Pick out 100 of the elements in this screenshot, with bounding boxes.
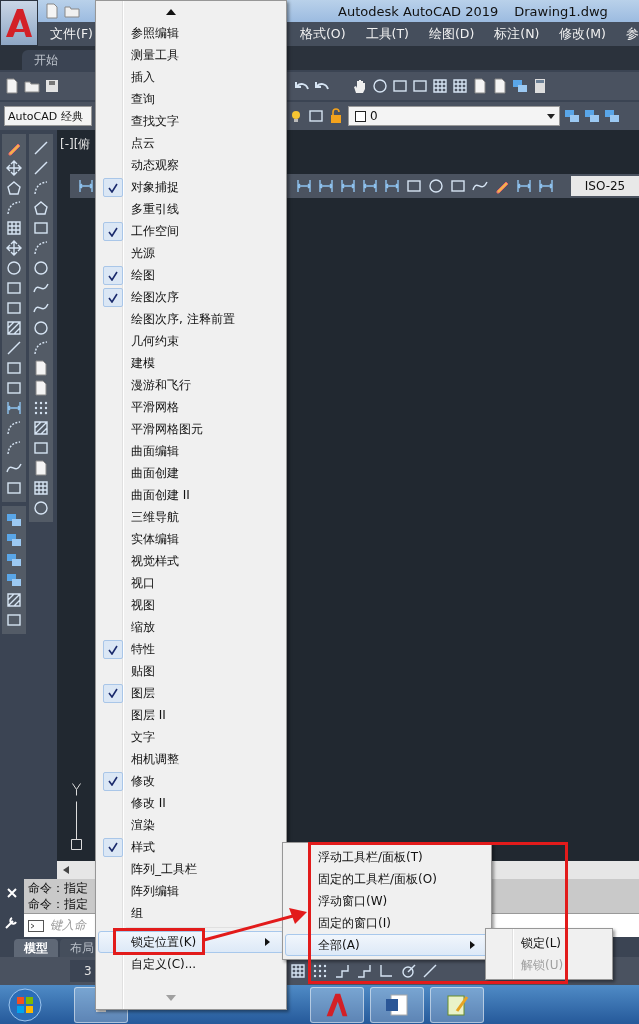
menu-item[interactable]: 标注(N): [494, 25, 540, 43]
menu-item[interactable]: 修改: [98, 770, 284, 793]
folder-icon[interactable]: [24, 78, 40, 94]
menu-item[interactable]: 视觉样式: [98, 550, 284, 573]
menu-item[interactable]: 阵列_工具栏: [98, 858, 284, 881]
dimension-icon[interactable]: [6, 400, 22, 416]
layers-icon[interactable]: [6, 552, 22, 568]
menu-item[interactable]: 绘图次序: [98, 286, 284, 309]
dots-icon[interactable]: [33, 400, 49, 416]
rectangle-icon[interactable]: [6, 300, 22, 316]
circle-icon[interactable]: [6, 260, 22, 276]
menu-item[interactable]: 动态观察: [98, 154, 284, 177]
menu-item[interactable]: 参照编辑: [98, 22, 284, 45]
checkbox[interactable]: [103, 288, 123, 308]
snap-icon[interactable]: [334, 963, 350, 979]
hatch-icon[interactable]: [33, 420, 49, 436]
checkbox[interactable]: [103, 684, 123, 703]
rectangle-icon[interactable]: [33, 220, 49, 236]
hand-icon[interactable]: [352, 78, 368, 94]
dimension-icon[interactable]: [340, 178, 356, 194]
menu-item[interactable]: 曲面编辑: [98, 440, 284, 463]
grid-icon[interactable]: [290, 963, 306, 979]
menu-item[interactable]: 样式: [98, 836, 284, 859]
checkbox[interactable]: [103, 837, 123, 857]
menu-item[interactable]: 曲面创建: [98, 462, 284, 485]
grid-icon[interactable]: [6, 220, 22, 236]
move-icon[interactable]: [6, 160, 22, 176]
circle-icon[interactable]: [33, 500, 49, 516]
menu-item[interactable]: 修改 II: [98, 792, 284, 815]
dimension-icon[interactable]: [362, 178, 378, 194]
wrench-icon[interactable]: [5, 914, 19, 929]
rectangle-icon[interactable]: [6, 480, 22, 496]
dimension-style-dropdown[interactable]: ISO-25: [571, 176, 639, 196]
viewport-label[interactable]: [-][俯: [60, 136, 91, 153]
menu-item[interactable]: 固定的窗口(I): [285, 912, 489, 934]
menu-item[interactable]: 文字: [98, 726, 284, 749]
rectangle-icon[interactable]: [33, 440, 49, 456]
checkbox[interactable]: [103, 222, 123, 242]
menu-item[interactable]: 缩放: [98, 616, 284, 639]
menu-item[interactable]: 渲染: [98, 814, 284, 837]
line-icon[interactable]: [33, 140, 49, 156]
menu-item[interactable]: 锁定位置(K): [98, 931, 284, 954]
menu-item[interactable]: 组: [98, 902, 284, 925]
menu-item[interactable]: 相机调整: [98, 748, 284, 771]
menu-item[interactable]: 参: [626, 25, 639, 43]
circle-icon[interactable]: [428, 178, 444, 194]
grid-icon[interactable]: [452, 78, 468, 94]
menu-item[interactable]: 视图: [98, 594, 284, 617]
layers-icon[interactable]: [6, 512, 22, 528]
pentagon-icon[interactable]: [33, 200, 49, 216]
rectangle-icon[interactable]: [6, 280, 22, 296]
menu-item[interactable]: 锁定(L): [488, 932, 610, 954]
save-icon[interactable]: [44, 78, 60, 94]
terminal-icon[interactable]: [28, 919, 44, 932]
arc-icon[interactable]: [33, 340, 49, 356]
menu-item[interactable]: 特性: [98, 638, 284, 661]
menu-item[interactable]: 工作空间: [98, 220, 284, 243]
close-icon[interactable]: [7, 887, 17, 898]
layers-icon[interactable]: [564, 108, 580, 124]
scroll-left-icon[interactable]: [63, 866, 69, 874]
hatch-icon[interactable]: [6, 592, 22, 608]
application-button[interactable]: [0, 0, 38, 46]
menu-item[interactable]: 图层 II: [98, 704, 284, 727]
dropdown-caret-icon[interactable]: [547, 113, 555, 119]
polar-icon[interactable]: [400, 963, 416, 979]
checkbox[interactable]: [103, 266, 123, 286]
layers-icon[interactable]: [604, 108, 620, 124]
hatch-icon[interactable]: [6, 320, 22, 336]
arc-icon[interactable]: [6, 200, 22, 216]
menu-item[interactable]: 建模: [98, 352, 284, 375]
workspace-dropdown[interactable]: AutoCAD 经典: [4, 106, 92, 126]
arc-icon[interactable]: [6, 440, 22, 456]
document-icon[interactable]: [33, 360, 49, 376]
menu-item[interactable]: 曲面创建 II: [98, 484, 284, 507]
menu-item[interactable]: 文件(F): [50, 25, 93, 43]
rectangle-icon[interactable]: [308, 108, 324, 124]
menu-item[interactable]: 查询: [98, 88, 284, 111]
arc-icon[interactable]: [33, 240, 49, 256]
layout-tab[interactable]: 模型: [14, 939, 58, 957]
menu-item[interactable]: 固定的工具栏/面板(O): [285, 868, 489, 890]
rectangle-icon[interactable]: [6, 380, 22, 396]
scroll-up-icon[interactable]: [166, 9, 176, 15]
rectangle-icon[interactable]: [450, 178, 466, 194]
rectangle-icon[interactable]: [6, 360, 22, 376]
layers-icon[interactable]: [6, 572, 22, 588]
document-icon[interactable]: [4, 78, 20, 94]
menu-item[interactable]: 点云: [98, 132, 284, 155]
rectangle-icon[interactable]: [6, 612, 22, 628]
menu-item[interactable]: 平滑网格: [98, 396, 284, 419]
checkbox[interactable]: [103, 178, 123, 198]
menu-item[interactable]: 对象捕捉: [98, 176, 284, 199]
checkbox[interactable]: [103, 640, 123, 659]
layers-icon[interactable]: [512, 78, 528, 94]
circle-icon[interactable]: [33, 260, 49, 276]
document-icon[interactable]: [33, 460, 49, 476]
menu-item[interactable]: 几何约束: [98, 330, 284, 353]
document-icon[interactable]: [33, 380, 49, 396]
menu-item[interactable]: 多重引线: [98, 198, 284, 221]
calculator-icon[interactable]: [532, 78, 548, 94]
grid-icon[interactable]: [33, 480, 49, 496]
